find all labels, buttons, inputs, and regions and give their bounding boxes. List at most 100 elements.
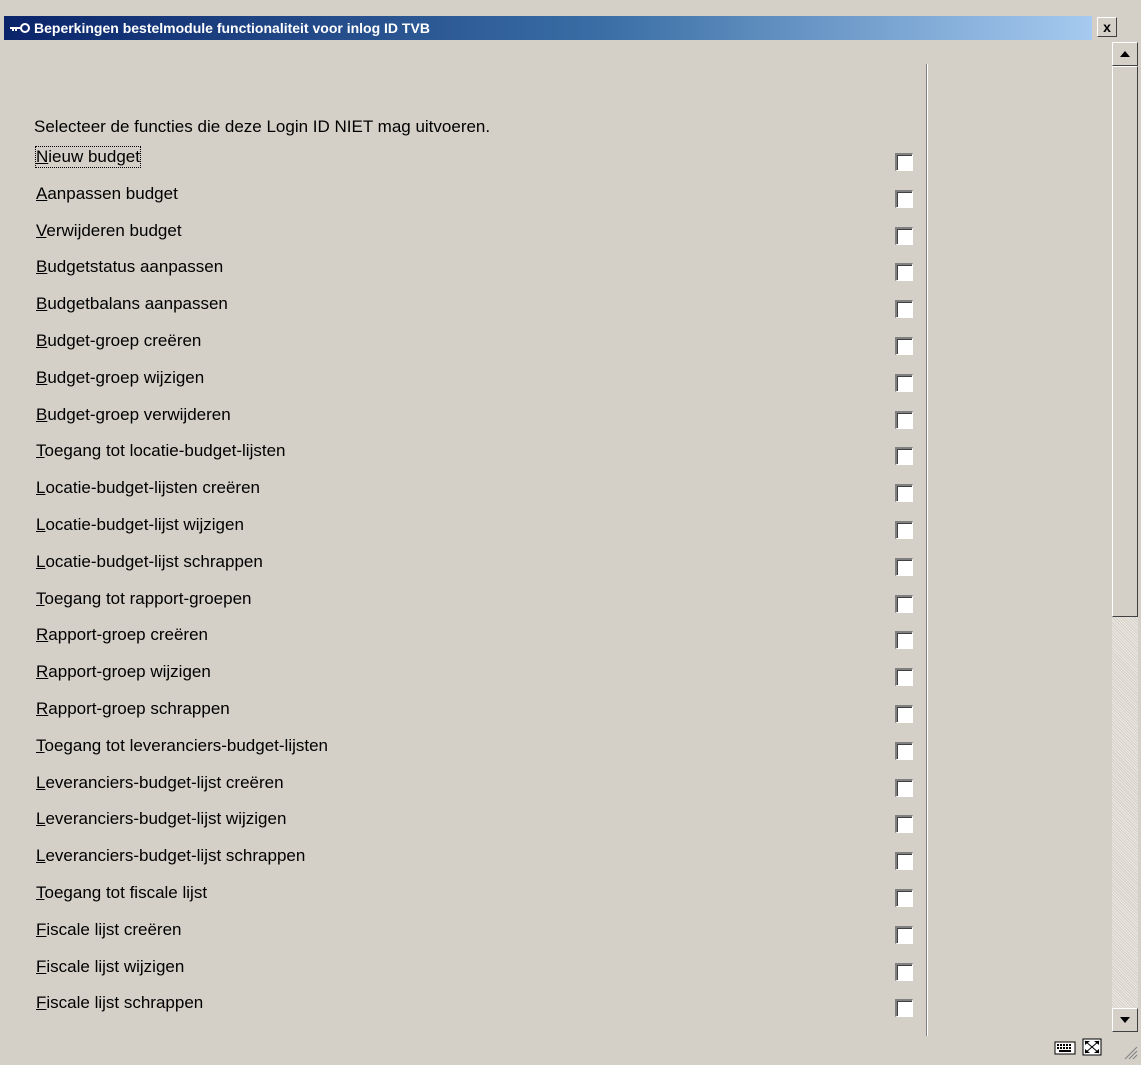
option-label[interactable]: Toegang tot leveranciers-budget-lijsten — [36, 736, 328, 756]
option-checkbox[interactable] — [895, 962, 913, 981]
options-list: Nieuw budget Aanpassen budget Verwijderen … — [0, 146, 930, 1029]
option-row: Toegang tot rapport-groepen — [0, 588, 930, 625]
option-checkbox[interactable] — [895, 557, 913, 576]
option-row: Budget-groep wijzigen — [0, 367, 930, 404]
option-label[interactable]: Rapport-groep creëren — [36, 625, 208, 645]
option-access-key: T — [36, 441, 45, 461]
option-label[interactable]: Fiscale lijst creëren — [36, 920, 182, 940]
option-checkbox[interactable] — [895, 925, 913, 944]
option-label[interactable]: Toegang tot fiscale lijst — [36, 883, 207, 903]
option-checkbox[interactable] — [895, 999, 913, 1018]
option-row: Locatie-budget-lijst wijzigen — [0, 514, 930, 551]
resize-icon[interactable] — [1082, 1038, 1102, 1061]
option-row: Leveranciers-budget-lijst wijzigen — [0, 808, 930, 845]
scroll-thumb[interactable] — [1112, 66, 1138, 617]
option-row: Nieuw budget — [0, 146, 930, 183]
option-checkbox[interactable] — [895, 153, 913, 171]
option-label-text: iscale lijst wijzigen — [46, 956, 185, 976]
option-access-key: T — [36, 588, 45, 608]
size-grip-icon[interactable] — [1122, 1044, 1138, 1060]
option-label[interactable]: Fiscale lijst schrappen — [36, 993, 203, 1013]
option-label[interactable]: Aanpassen budget — [36, 184, 178, 204]
status-icons — [1054, 1038, 1102, 1061]
option-label-text: anpassen budget — [47, 183, 178, 203]
option-label[interactable]: Budgetbalans aanpassen — [36, 294, 228, 314]
option-label-text: erwijderen budget — [46, 220, 182, 240]
option-checkbox[interactable] — [895, 410, 913, 429]
option-access-key: R — [36, 662, 49, 682]
option-label[interactable]: Locatie-budget-lijst schrappen — [36, 552, 263, 572]
option-label[interactable]: Budget-groep wijzigen — [36, 368, 204, 388]
keyboard-icon[interactable] — [1054, 1039, 1076, 1060]
option-access-key: F — [36, 919, 47, 939]
option-row: Budget-groep verwijderen — [0, 404, 930, 441]
option-row: Budgetstatus aanpassen — [0, 256, 930, 293]
option-checkbox[interactable] — [895, 704, 913, 723]
option-label[interactable]: Leveranciers-budget-lijst schrappen — [36, 846, 305, 866]
option-access-key: B — [36, 404, 48, 424]
option-checkbox[interactable] — [895, 373, 913, 392]
option-label[interactable]: Budget-groep verwijderen — [36, 405, 231, 425]
option-row: Locatie-budget-lijsten creëren — [0, 477, 930, 514]
option-label-text: oegang tot fiscale lijst — [44, 882, 208, 902]
option-checkbox[interactable] — [895, 778, 913, 797]
option-checkbox[interactable] — [895, 631, 913, 650]
option-access-key: F — [36, 956, 47, 976]
option-label-text: everanciers-budget-lijst creëren — [45, 772, 284, 792]
option-checkbox[interactable] — [895, 189, 913, 208]
option-checkbox[interactable] — [895, 815, 913, 834]
option-label[interactable]: Toegang tot locatie-budget-lijsten — [36, 441, 286, 461]
option-checkbox[interactable] — [895, 336, 913, 355]
title-bar[interactable]: Beperkingen bestelmodule functionaliteit… — [4, 16, 1092, 40]
option-access-key: B — [36, 330, 48, 350]
option-label-text: ocatie-budget-lijsten creëren — [45, 478, 260, 498]
option-label[interactable]: Locatie-budget-lijsten creëren — [36, 478, 260, 498]
option-label[interactable]: Verwijderen budget — [36, 221, 182, 241]
option-label[interactable]: Locatie-budget-lijst wijzigen — [36, 515, 244, 535]
option-checkbox[interactable] — [895, 484, 913, 503]
close-button[interactable]: x — [1097, 17, 1117, 37]
option-row: Leveranciers-budget-lijst creëren — [0, 772, 930, 809]
option-label-text: apport-groep schrappen — [48, 698, 230, 718]
option-label[interactable]: Rapport-groep schrappen — [36, 699, 230, 719]
option-access-key: F — [36, 993, 47, 1013]
option-checkbox[interactable] — [895, 594, 913, 613]
option-label-text: everanciers-budget-lijst wijzigen — [45, 809, 287, 829]
scroll-up-button[interactable] — [1112, 42, 1138, 66]
option-label-text: apport-groep wijzigen — [48, 662, 211, 682]
option-row: Rapport-groep creëren — [0, 624, 930, 661]
option-label-text: ocatie-budget-lijst wijzigen — [45, 514, 244, 534]
option-label-text: udget-groep creëren — [47, 330, 202, 350]
option-access-key: V — [36, 220, 47, 240]
option-label-text: iscale lijst creëren — [46, 919, 182, 939]
option-checkbox[interactable] — [895, 226, 913, 245]
option-label[interactable]: Budget-groep creëren — [36, 331, 201, 351]
option-checkbox[interactable] — [895, 447, 913, 466]
option-row: Rapport-groep schrappen — [0, 698, 930, 735]
option-row: Fiscale lijst creëren — [0, 919, 930, 956]
option-label[interactable]: Nieuw budget — [35, 146, 141, 168]
option-row: Locatie-budget-lijst schrappen — [0, 551, 930, 588]
option-label[interactable]: Toegang tot rapport-groepen — [36, 589, 252, 609]
option-row: Verwijderen budget — [0, 220, 930, 257]
option-row: Budget-groep creëren — [0, 330, 930, 367]
option-checkbox[interactable] — [895, 263, 913, 282]
option-checkbox[interactable] — [895, 300, 913, 319]
scroll-down-button[interactable] — [1112, 1008, 1138, 1032]
option-row: Fiscale lijst schrappen — [0, 992, 930, 1029]
option-label-text: udget-groep wijzigen — [47, 367, 205, 387]
arrow-down-icon — [1120, 1017, 1130, 1023]
option-label[interactable]: Leveranciers-budget-lijst wijzigen — [36, 809, 286, 829]
option-label[interactable]: Leveranciers-budget-lijst creëren — [36, 773, 284, 793]
option-access-key: R — [36, 698, 49, 718]
option-checkbox[interactable] — [895, 741, 913, 760]
option-checkbox[interactable] — [895, 888, 913, 907]
option-label[interactable]: Rapport-groep wijzigen — [36, 662, 211, 682]
option-label-text: ieuw budget — [48, 147, 140, 166]
option-label[interactable]: Budgetstatus aanpassen — [36, 257, 223, 277]
vertical-scrollbar[interactable] — [1112, 42, 1138, 1032]
option-checkbox[interactable] — [895, 668, 913, 687]
option-checkbox[interactable] — [895, 520, 913, 539]
option-label[interactable]: Fiscale lijst wijzigen — [36, 957, 184, 977]
option-checkbox[interactable] — [895, 852, 913, 871]
